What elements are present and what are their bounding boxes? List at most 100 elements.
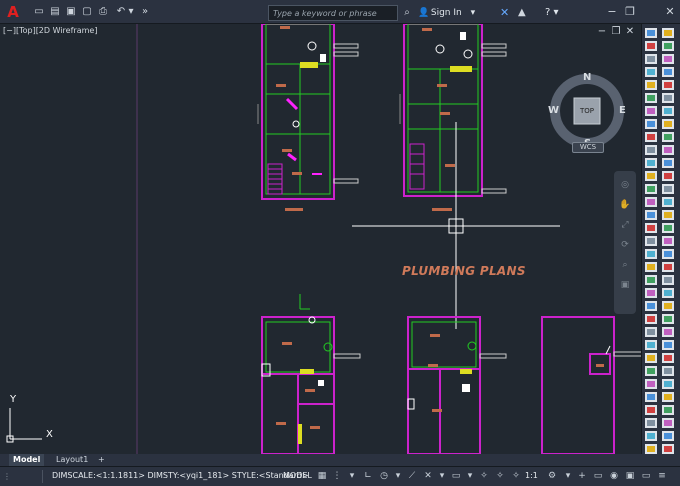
search-icon[interactable]: ⌕: [400, 5, 414, 21]
plumbing-plans-title: PLUMBING PLANS: [402, 264, 526, 278]
osnap-icon[interactable]: ✕: [422, 470, 434, 483]
tool-icon-glyph: [664, 368, 672, 374]
tool-icon-glyph: [647, 225, 655, 231]
tool-icon-glyph: [664, 407, 672, 413]
zoom-extents-icon[interactable]: ⤢: [619, 219, 631, 231]
tool-icon-glyph: [647, 30, 655, 36]
more-icon[interactable]: »: [138, 5, 152, 19]
lock-ui-icon[interactable]: ▣: [624, 470, 636, 483]
orbit-icon[interactable]: ⟳: [619, 239, 631, 251]
drawing-viewport[interactable]: [−][Top][2D Wireframe] PLUMBING PLANS Y …: [0, 24, 641, 454]
add-layout-button[interactable]: +: [94, 454, 109, 466]
print-icon[interactable]: ⎙: [96, 5, 110, 19]
annotation-scale-label[interactable]: 1:1: [525, 471, 538, 480]
minimize-window-button[interactable]: −: [604, 4, 620, 20]
lineweight-icon[interactable]: ▭: [450, 470, 462, 483]
tool-icon-glyph: [647, 329, 655, 335]
model-space-button[interactable]: MODEL: [283, 471, 312, 480]
tool-icon-glyph: [647, 134, 655, 140]
tool-icon-glyph: [647, 108, 655, 114]
isolate-objects-icon[interactable]: ▭: [640, 470, 652, 483]
isodraft-icon[interactable]: ⟋: [406, 470, 418, 483]
view-cube[interactable]: N S W E TOP: [548, 72, 626, 150]
compass-east[interactable]: E: [619, 105, 626, 116]
floor-plan-bottom-left: [261, 294, 361, 454]
crosshair-cursor: [352, 122, 560, 329]
tool-icon-glyph: [664, 446, 672, 452]
save-icon[interactable]: ▣: [64, 5, 78, 19]
tool-icon-glyph: [664, 251, 672, 257]
tool-icon-glyph: [664, 420, 672, 426]
units-icon[interactable]: ▭: [592, 470, 604, 483]
tool-icon-glyph: [664, 30, 672, 36]
tool-icon-glyph: [647, 316, 655, 322]
tab-model[interactable]: Model: [9, 454, 45, 466]
steering-wheel-icon[interactable]: ◎: [619, 179, 631, 191]
close-window-button[interactable]: ✕: [662, 4, 678, 20]
command-handle-icon[interactable]: ⋮: [3, 470, 43, 483]
tab-layout1[interactable]: Layout1: [52, 454, 92, 466]
tool-icon-glyph: [664, 108, 672, 114]
annotation-monitor-icon[interactable]: +: [576, 470, 588, 483]
ortho-icon[interactable]: ∟: [362, 470, 374, 483]
floor-plan-bottom-middle: [407, 316, 507, 454]
tool-icon-glyph: [664, 160, 672, 166]
tool-icon-glyph: [647, 381, 655, 387]
compass-west[interactable]: W: [548, 105, 559, 116]
sign-in-button[interactable]: 👤 Sign In ▾: [418, 5, 498, 21]
polar-dropdown-icon[interactable]: ▾: [392, 470, 404, 483]
tool-icon-glyph: [664, 290, 672, 296]
tool-palette-icons[interactable]: [642, 24, 680, 454]
search-input[interactable]: Type a keyword or phrase: [268, 5, 398, 21]
title-bar: A ▭ ▤ ▣ ▢ ⎙ ↶ ▾ » Type a keyword or phra…: [0, 0, 680, 24]
tool-icon-glyph: [664, 173, 672, 179]
viewport-restore-icon[interactable]: ❐: [610, 26, 622, 38]
tool-icon-glyph: [664, 199, 672, 205]
transparency-icon[interactable]: ▾: [464, 470, 476, 483]
tool-icon-glyph: [647, 290, 655, 296]
quick-properties-icon[interactable]: ◉: [608, 470, 620, 483]
open-icon[interactable]: ▤: [48, 5, 62, 19]
restore-window-button[interactable]: ❐: [622, 4, 638, 20]
view-cube-top-face[interactable]: TOP: [574, 107, 600, 115]
ucs-x-label: X: [46, 429, 53, 440]
wcs-menu-button[interactable]: WCS: [572, 142, 604, 153]
annotation-visibility-icon[interactable]: ✧: [494, 470, 506, 483]
grid-icon[interactable]: ▦: [316, 470, 328, 483]
annotation-autoscale-icon[interactable]: ✧: [510, 470, 522, 483]
tool-icon-glyph: [647, 355, 655, 361]
sign-in-label: Sign In: [430, 8, 462, 18]
autocad-logo-icon[interactable]: A: [2, 3, 24, 21]
help-button[interactable]: ? ▾: [545, 5, 567, 21]
pan-icon[interactable]: ✋: [619, 199, 631, 211]
customization-icon[interactable]: ≡: [656, 470, 668, 483]
viewport-minimize-icon[interactable]: −: [596, 26, 608, 38]
workspace-dropdown-icon[interactable]: ▾: [562, 470, 574, 483]
exchange-icon[interactable]: ✕: [500, 5, 509, 21]
snap-icon[interactable]: ⋮: [331, 470, 343, 483]
tool-icon-glyph: [664, 316, 672, 322]
snap-dropdown-icon[interactable]: ▾: [346, 470, 358, 483]
compass-north[interactable]: N: [583, 72, 591, 83]
floor-plan-bottom-right: [541, 316, 641, 454]
layout-tabs: Model Layout1 +: [0, 454, 680, 466]
tool-icon-glyph: [664, 186, 672, 192]
osnap-dropdown-icon[interactable]: ▾: [436, 470, 448, 483]
tool-icon-glyph: [647, 303, 655, 309]
workspace-gear-icon[interactable]: ⚙: [546, 470, 558, 483]
annotation-scale-icon[interactable]: ✧: [478, 470, 490, 483]
tool-icon-glyph: [664, 381, 672, 387]
tool-icon-glyph: [664, 147, 672, 153]
polar-icon[interactable]: ◷: [378, 470, 390, 483]
zoom-icon[interactable]: ⌕: [619, 259, 631, 271]
viewport-controls-label[interactable]: [−][Top][2D Wireframe]: [3, 26, 97, 35]
app-store-icon[interactable]: ▲: [518, 5, 526, 21]
viewport-close-icon[interactable]: ✕: [624, 26, 636, 38]
tool-icon-glyph: [647, 251, 655, 257]
saveas-icon[interactable]: ▢: [80, 5, 94, 19]
tool-icon-glyph: [647, 277, 655, 283]
file-new-icon[interactable]: ▭: [32, 5, 46, 19]
tool-icon-glyph: [664, 121, 672, 127]
undo-dropdown-icon[interactable]: ▾: [124, 5, 138, 19]
showmotion-icon[interactable]: ▣: [619, 279, 631, 291]
